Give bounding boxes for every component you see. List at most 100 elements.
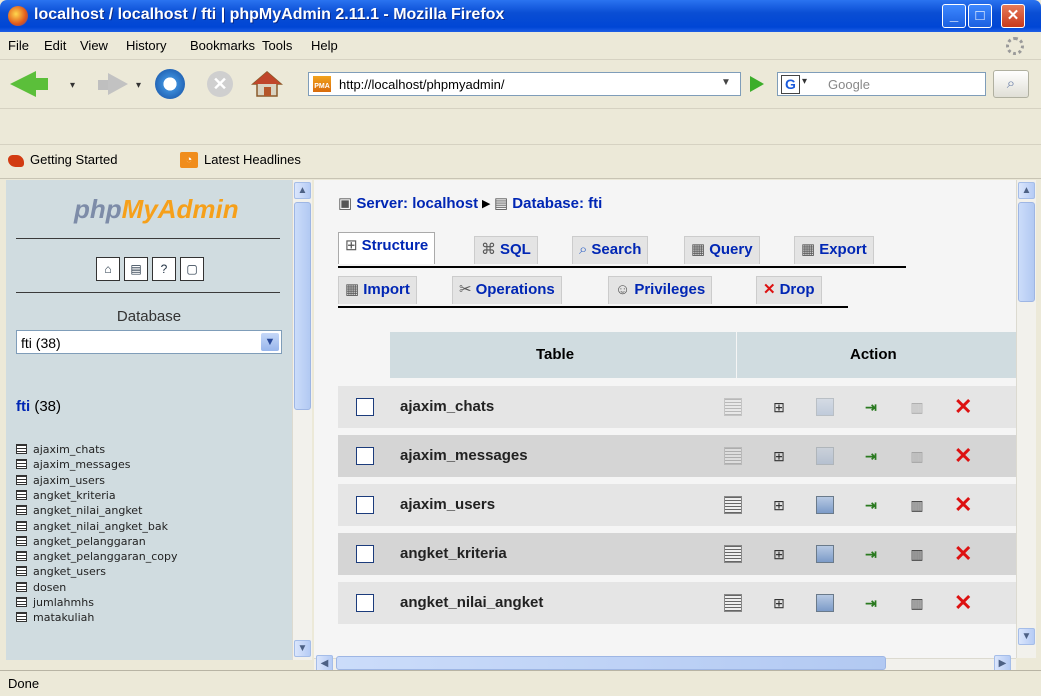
- tab-search[interactable]: ⌕ Search: [572, 236, 649, 264]
- tab-import[interactable]: ▦ Import: [338, 276, 417, 304]
- left-table-label[interactable]: angket_nilai_angket: [33, 504, 142, 517]
- left-table-label[interactable]: ajaxim_chats: [33, 443, 105, 456]
- drop-icon[interactable]: ✕: [954, 543, 972, 565]
- left-table-label[interactable]: jumlahmhs: [33, 596, 94, 609]
- column-table-header[interactable]: Table: [536, 346, 574, 363]
- database-title[interactable]: fti (38): [16, 398, 61, 415]
- insert-icon[interactable]: ⇥: [862, 398, 880, 416]
- empty-icon[interactable]: ▥: [908, 496, 926, 514]
- scroll-down-button[interactable]: ▼: [1018, 628, 1035, 645]
- left-table-item[interactable]: angket_nilai_angket: [16, 504, 142, 519]
- menu-history[interactable]: History: [126, 38, 166, 53]
- back-arrow-icon[interactable]: [10, 71, 36, 97]
- bookmark-latest-headlines[interactable]: Latest Headlines: [204, 152, 301, 167]
- left-table-item[interactable]: angket_kriteria: [16, 489, 116, 504]
- query-window-icon[interactable]: ▤: [124, 257, 148, 281]
- sql-docs-icon[interactable]: ▢: [180, 257, 204, 281]
- breadcrumb-server[interactable]: Server: localhost: [356, 195, 478, 212]
- left-table-label[interactable]: angket_pelanggaran_copy: [33, 550, 177, 563]
- forward-arrow-icon[interactable]: [108, 73, 128, 95]
- table-icon[interactable]: [16, 474, 27, 485]
- main-frame-scrollbar[interactable]: ▲ ▼: [1016, 180, 1036, 658]
- close-button[interactable]: ✕: [1001, 4, 1025, 28]
- minimize-button[interactable]: _: [942, 4, 966, 28]
- tab-privileges[interactable]: ☺ Privileges: [608, 276, 713, 304]
- forward-history-dropdown[interactable]: ▾: [136, 80, 141, 91]
- structure-icon[interactable]: ⊞: [770, 594, 788, 612]
- table-icon[interactable]: [16, 551, 27, 562]
- scrollbar-thumb[interactable]: [336, 656, 886, 670]
- left-table-label[interactable]: ajaxim_users: [33, 474, 105, 487]
- table-icon[interactable]: [16, 459, 27, 470]
- table-icon[interactable]: [16, 444, 27, 454]
- search-icon[interactable]: [816, 545, 834, 563]
- search-icon[interactable]: [816, 447, 834, 465]
- google-icon[interactable]: G: [781, 75, 800, 94]
- table-name[interactable]: angket_kriteria: [400, 545, 507, 562]
- scrollbar-thumb[interactable]: [294, 202, 311, 410]
- left-table-item[interactable]: angket_users: [16, 565, 106, 580]
- insert-icon[interactable]: ⇥: [862, 447, 880, 465]
- menu-bookmarks[interactable]: Bookmarks: [190, 38, 255, 53]
- table-icon[interactable]: [16, 505, 27, 516]
- home-icon[interactable]: ⌂: [96, 257, 120, 281]
- left-table-label[interactable]: angket_kriteria: [33, 489, 116, 502]
- drop-icon[interactable]: ✕: [954, 592, 972, 614]
- search-magnifier-icon[interactable]: ⌕: [993, 70, 1029, 98]
- insert-icon[interactable]: ⇥: [862, 594, 880, 612]
- left-table-item[interactable]: ajaxim_chats: [16, 443, 105, 458]
- database-select[interactable]: fti (38) ▼: [16, 330, 282, 354]
- structure-icon[interactable]: ⊞: [770, 496, 788, 514]
- row-checkbox[interactable]: [356, 594, 374, 612]
- database-name[interactable]: fti: [16, 398, 30, 415]
- stop-icon[interactable]: ✕: [207, 71, 233, 97]
- left-table-label[interactable]: angket_pelanggaran: [33, 535, 146, 548]
- left-table-label[interactable]: angket_users: [33, 565, 106, 578]
- browse-icon[interactable]: [724, 398, 742, 416]
- breadcrumb-database[interactable]: Database: fti: [512, 195, 602, 212]
- empty-icon[interactable]: ▥: [908, 447, 926, 465]
- scrollbar-thumb[interactable]: [1018, 202, 1035, 302]
- table-icon[interactable]: [16, 535, 27, 546]
- left-table-label[interactable]: ajaxim_messages: [33, 458, 131, 471]
- tab-sql[interactable]: ⌘ SQL: [474, 236, 538, 264]
- empty-icon[interactable]: ▥: [908, 594, 926, 612]
- structure-icon[interactable]: ⊞: [770, 398, 788, 416]
- left-frame-scrollbar[interactable]: ▲ ▼: [292, 180, 312, 660]
- left-table-item[interactable]: jumlahmhs: [16, 596, 94, 611]
- search-icon[interactable]: [816, 496, 834, 514]
- documentation-icon[interactable]: ?: [152, 257, 176, 281]
- drop-icon[interactable]: ✕: [954, 445, 972, 467]
- left-table-item[interactable]: dosen: [16, 581, 66, 596]
- table-name[interactable]: angket_nilai_angket: [400, 594, 543, 611]
- browse-icon[interactable]: [724, 447, 742, 465]
- scroll-up-button[interactable]: ▲: [1018, 182, 1035, 199]
- tab-query[interactable]: ▦ Query: [684, 236, 760, 264]
- tab-drop[interactable]: ✕ Drop: [756, 276, 822, 304]
- menu-tools[interactable]: Tools: [262, 38, 292, 53]
- bookmark-getting-started[interactable]: Getting Started: [30, 152, 117, 167]
- row-checkbox[interactable]: [356, 398, 374, 416]
- empty-icon[interactable]: ▥: [908, 398, 926, 416]
- table-icon[interactable]: [16, 489, 27, 500]
- table-icon[interactable]: [16, 566, 27, 577]
- search-box[interactable]: G ▾ Google: [777, 72, 986, 96]
- chevron-down-icon[interactable]: ▼: [261, 333, 279, 351]
- go-button[interactable]: [750, 76, 764, 92]
- table-name[interactable]: ajaxim_users: [400, 496, 495, 513]
- address-bar[interactable]: PMA http://localhost/phpmyadmin/ ▼: [308, 72, 741, 96]
- table-icon[interactable]: [16, 581, 27, 592]
- left-table-label[interactable]: matakuliah: [33, 611, 94, 624]
- tab-export[interactable]: ▦ Export: [794, 236, 874, 264]
- table-name[interactable]: ajaxim_chats: [400, 398, 494, 415]
- search-icon[interactable]: [816, 398, 834, 416]
- insert-icon[interactable]: ⇥: [862, 545, 880, 563]
- drop-icon[interactable]: ✕: [954, 494, 972, 516]
- browse-icon[interactable]: [724, 496, 742, 514]
- back-button[interactable]: [34, 78, 48, 90]
- insert-icon[interactable]: ⇥: [862, 496, 880, 514]
- drop-icon[interactable]: ✕: [954, 396, 972, 418]
- left-table-item[interactable]: angket_pelanggaran_copy: [16, 550, 177, 565]
- structure-icon[interactable]: ⊞: [770, 447, 788, 465]
- search-engine-dropdown-icon[interactable]: ▾: [802, 76, 807, 87]
